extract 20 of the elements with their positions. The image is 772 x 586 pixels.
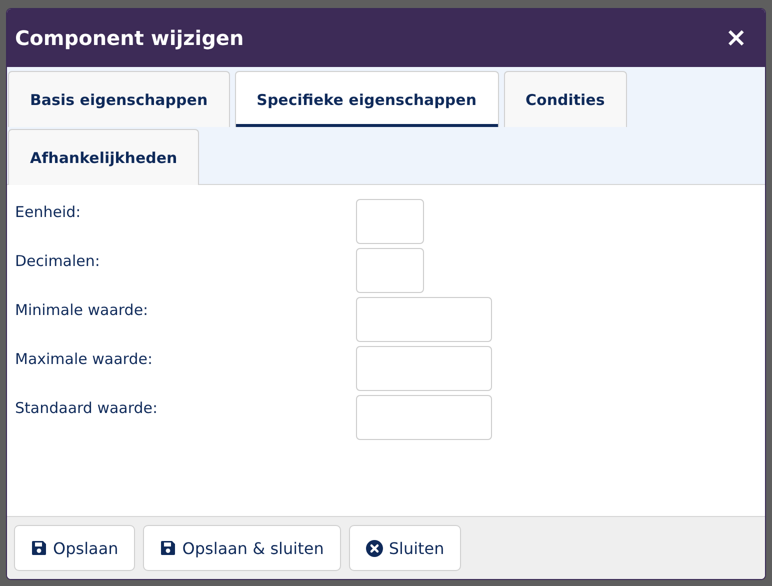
save-button[interactable]: Opslaan <box>14 525 136 571</box>
field-label: Eenheid: <box>15 202 82 221</box>
input-field[interactable] <box>356 297 492 342</box>
field-label: Minimale waarde: <box>15 300 150 319</box>
input-field[interactable] <box>356 199 424 244</box>
tab[interactable]: Specifieke eigenschappen <box>234 71 498 127</box>
window-title: Component wijzigen <box>15 26 244 50</box>
input-field[interactable] <box>356 248 424 293</box>
close-circle-icon <box>366 540 383 556</box>
tab[interactable]: Afhankelijkheden <box>8 129 200 185</box>
input-field[interactable] <box>356 346 492 391</box>
close-button[interactable]: × <box>721 25 751 51</box>
close-button[interactable]: Sluiten <box>348 525 462 571</box>
tab[interactable]: Basis eigenschappen <box>8 71 230 127</box>
input-field[interactable] <box>356 395 492 440</box>
field-label: Standaard waarde: <box>15 398 159 417</box>
field-label: Maximale waarde: <box>15 349 154 368</box>
field-label: Decimalen: <box>15 251 101 270</box>
tab[interactable]: Condities <box>504 71 627 127</box>
save-button[interactable]: Opslaan & sluiten <box>143 525 341 571</box>
